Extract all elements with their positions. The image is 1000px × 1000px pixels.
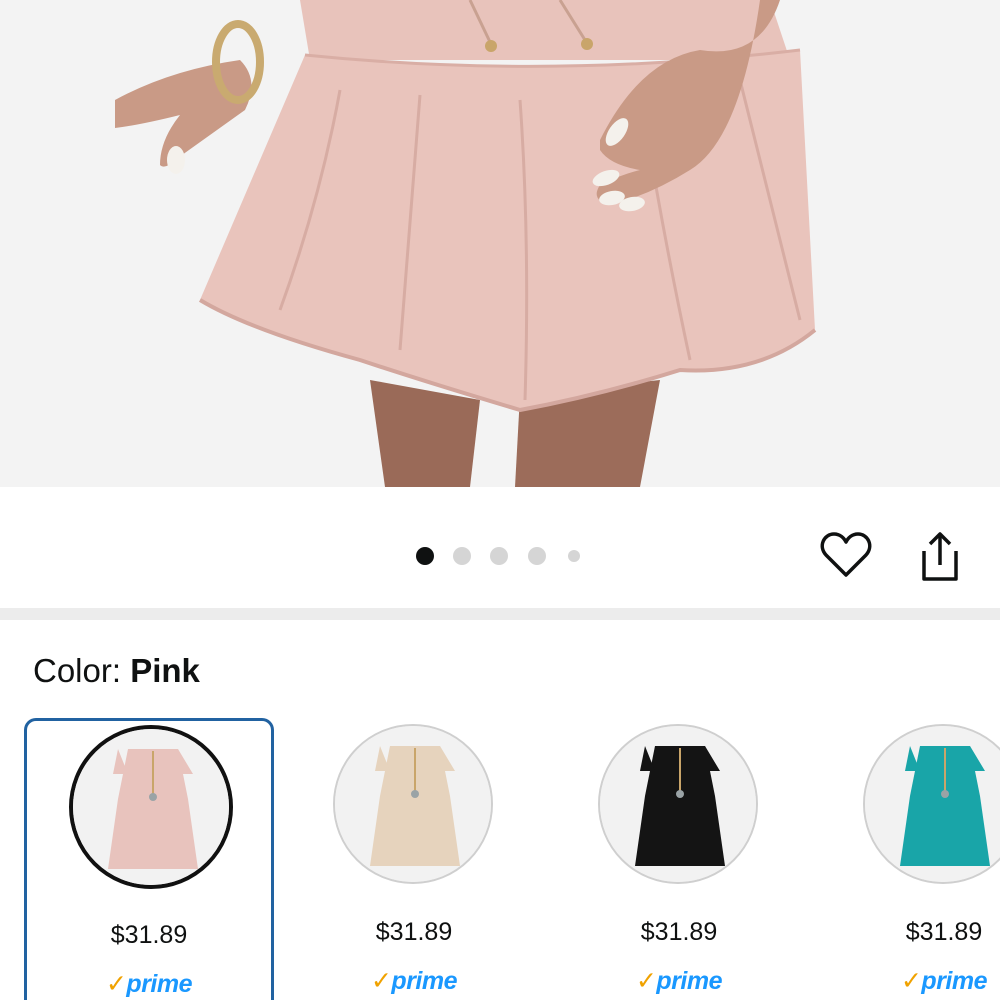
- prime-label: prime: [391, 967, 458, 995]
- prime-check-icon: ✓: [635, 967, 657, 995]
- color-label-prefix: Color:: [33, 652, 131, 689]
- swatch-beige[interactable]: $31.89 ✓prime: [289, 718, 539, 1000]
- heart-icon[interactable]: [820, 531, 872, 579]
- carousel-dot[interactable]: [453, 547, 471, 565]
- prime-check-icon: ✓: [105, 970, 127, 998]
- prime-label: prime: [126, 970, 193, 998]
- prime-label: prime: [921, 967, 988, 995]
- prime-badge: ✓prime: [289, 966, 539, 996]
- carousel-dot-active[interactable]: [416, 547, 434, 565]
- swatch-price: $31.89: [640, 918, 718, 946]
- prime-badge: ✓prime: [554, 966, 804, 996]
- swatch-thumbnail: [598, 724, 758, 884]
- swatch-thumbnail: [863, 724, 1000, 884]
- prime-check-icon: ✓: [900, 967, 922, 995]
- section-divider: [0, 608, 1000, 620]
- carousel-dot[interactable]: [528, 547, 546, 565]
- selected-color-name: Pink: [130, 652, 200, 689]
- image-controls: [0, 487, 1000, 608]
- prime-check-icon: ✓: [370, 967, 392, 995]
- carousel-dot[interactable]: [490, 547, 508, 565]
- swatch-black[interactable]: $31.89 ✓prime: [554, 718, 804, 1000]
- swatch-teal[interactable]: $31.89 ✓prime: [819, 718, 1000, 1000]
- prime-badge: ✓prime: [27, 969, 271, 999]
- product-image[interactable]: [0, 0, 1000, 487]
- swatch-thumbnail: [69, 725, 233, 889]
- swatch-price: $31.89: [905, 918, 983, 946]
- swatch-price: $31.89: [375, 918, 453, 946]
- carousel-dot[interactable]: [568, 550, 580, 562]
- prime-badge: ✓prime: [819, 966, 1000, 996]
- prime-label: prime: [656, 967, 723, 995]
- share-icon[interactable]: [914, 529, 964, 583]
- swatch-thumbnail: [333, 724, 493, 884]
- swatch-price: $31.89: [110, 921, 188, 949]
- swatch-pink[interactable]: $31.89 ✓prime: [24, 718, 274, 1000]
- color-swatch-list: $31.89 ✓prime $31.89 ✓prime $31.89 ✓prim…: [0, 718, 1000, 1000]
- color-label: Color: Pink: [33, 652, 200, 690]
